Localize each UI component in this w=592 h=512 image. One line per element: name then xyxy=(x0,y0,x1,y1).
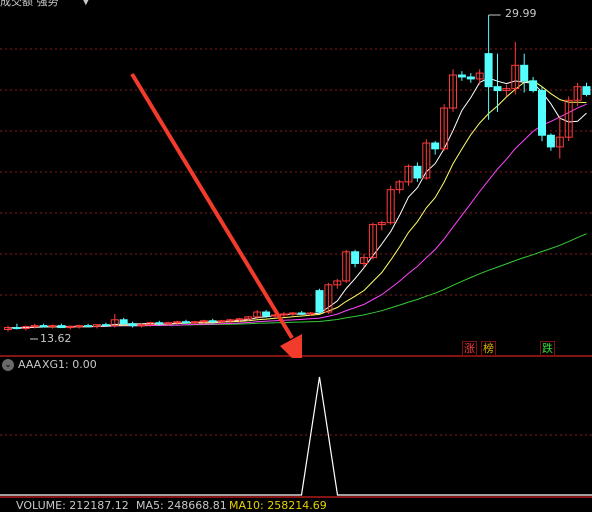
candle-up xyxy=(226,319,235,322)
candle-down xyxy=(39,325,48,328)
candle-up xyxy=(164,322,173,325)
volume-ma10-value: MA10: 258214.69 xyxy=(229,499,327,512)
candle-up xyxy=(75,325,84,328)
stock-chart-window: 成交额 强势 ▼ 29.99 13.62 涨 榜 跌 ⌄ AAA XG1: 0.… xyxy=(0,0,592,512)
candle-down xyxy=(128,323,137,327)
candle-up xyxy=(217,320,226,323)
candle-down xyxy=(457,74,466,78)
candle-down xyxy=(155,322,164,325)
triangle-down-icon[interactable]: ▼ xyxy=(82,0,90,8)
candle-down xyxy=(520,64,529,82)
candle-down xyxy=(529,80,538,92)
candle-up xyxy=(306,312,315,315)
candle-down xyxy=(119,319,128,325)
candle-up xyxy=(199,320,208,323)
ma20-line xyxy=(7,103,587,329)
candlestick-price-chart[interactable] xyxy=(0,0,592,358)
candle-down xyxy=(538,90,546,136)
candle-down xyxy=(297,312,306,315)
candle-up xyxy=(279,313,288,316)
candle-down xyxy=(315,290,324,313)
indicator-xg1-value: XG1: 0.00 xyxy=(42,358,97,371)
candle-down xyxy=(12,327,21,330)
candle-up xyxy=(173,321,182,324)
candle-down xyxy=(493,86,502,92)
candle-up xyxy=(137,324,146,327)
candle-down xyxy=(484,53,493,88)
limit-up-tag[interactable]: 涨 xyxy=(462,341,477,356)
ma5-line xyxy=(7,77,587,329)
candle-down xyxy=(546,134,555,148)
candle-down xyxy=(582,86,591,95)
candle-down xyxy=(351,251,360,264)
volume-ma5-value: MA5: 248668.81 xyxy=(136,499,227,512)
candle-down xyxy=(57,325,66,329)
candle-down xyxy=(413,165,422,179)
indicator-signal-chart[interactable] xyxy=(0,358,592,505)
candle-down xyxy=(208,320,217,323)
candle-down xyxy=(182,321,190,324)
ranking-tag[interactable]: 榜 xyxy=(481,341,496,356)
candle-up xyxy=(288,312,297,315)
candle-down xyxy=(431,142,440,150)
candle-down xyxy=(262,311,271,317)
decline-tag[interactable]: 跌 xyxy=(540,341,555,356)
candle-down xyxy=(466,76,475,80)
chevron-down-icon[interactable]: ⌄ xyxy=(2,359,14,371)
candle-down xyxy=(84,325,93,328)
low-price-label: 13.62 xyxy=(40,332,72,345)
candle-up xyxy=(190,321,199,324)
indicator-name: AAA xyxy=(18,358,42,371)
candle-up xyxy=(30,325,39,328)
chart-title: 成交额 强势 xyxy=(0,0,59,8)
candle-up xyxy=(66,326,75,329)
candle-down xyxy=(101,324,110,327)
volume-value: VOLUME: 212187.12 xyxy=(16,499,129,512)
candle-up xyxy=(235,318,244,321)
annotation-arrow-shaft xyxy=(130,72,294,340)
high-price-label: 29.99 xyxy=(505,7,537,20)
candle-up xyxy=(48,325,57,328)
xg1-signal-line xyxy=(0,376,592,496)
ma10-line xyxy=(7,80,587,329)
